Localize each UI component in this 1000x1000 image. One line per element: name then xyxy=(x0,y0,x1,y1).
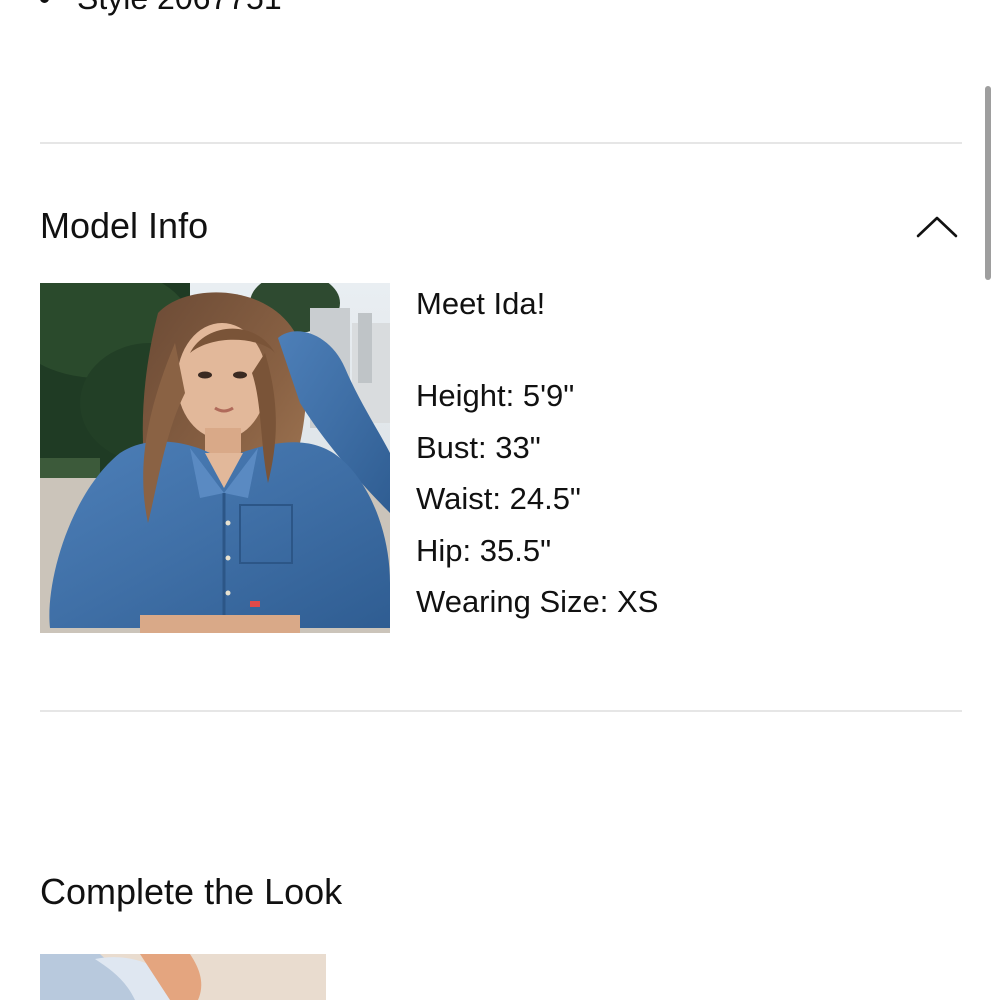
model-details: Meet Ida! Height: 5'9" Bust: 33" Waist: … xyxy=(416,282,658,628)
model-stat-wearing-size: Wearing Size: XS xyxy=(416,576,658,628)
collapse-model-info-button[interactable] xyxy=(910,206,964,246)
product-details-page: Style 2067751 Model Info xyxy=(0,0,1000,1000)
bullet-icon xyxy=(40,0,49,4)
stat-value: 24.5" xyxy=(509,481,581,516)
model-photo-image xyxy=(40,283,390,633)
model-stat-waist: Waist: 24.5" xyxy=(416,473,658,525)
stat-label: Height: xyxy=(416,378,515,413)
stat-label: Wearing Size: xyxy=(416,584,609,619)
stat-label: Bust: xyxy=(416,429,487,465)
style-number-text: Style 2067751 xyxy=(77,0,282,16)
look-photo-image xyxy=(40,954,326,1000)
stat-value: 33" xyxy=(495,429,541,465)
stat-label: Hip: xyxy=(416,532,472,568)
model-stat-hip: Hip: 35.5" xyxy=(416,525,658,577)
model-intro: Meet Ida! xyxy=(416,286,546,321)
model-stat-bust: Bust: 33" xyxy=(416,422,658,474)
stat-label: Waist: xyxy=(416,481,501,516)
section-divider xyxy=(40,142,962,144)
complete-the-look-title: Complete the Look xyxy=(40,871,343,912)
section-divider xyxy=(40,710,962,712)
model-info-title[interactable]: Model Info xyxy=(40,204,208,248)
style-number-item: Style 2067751 xyxy=(40,0,282,18)
complete-the-look-product-image[interactable] xyxy=(40,954,326,1000)
stat-value: 35.5" xyxy=(479,532,552,568)
page-scrollbar[interactable] xyxy=(985,86,991,280)
stat-value: XS xyxy=(617,584,659,619)
stat-value: 5'9" xyxy=(522,378,575,413)
model-stat-height: Height: 5'9" xyxy=(416,370,658,422)
model-photo xyxy=(40,283,390,633)
chevron-up-icon xyxy=(916,216,958,238)
